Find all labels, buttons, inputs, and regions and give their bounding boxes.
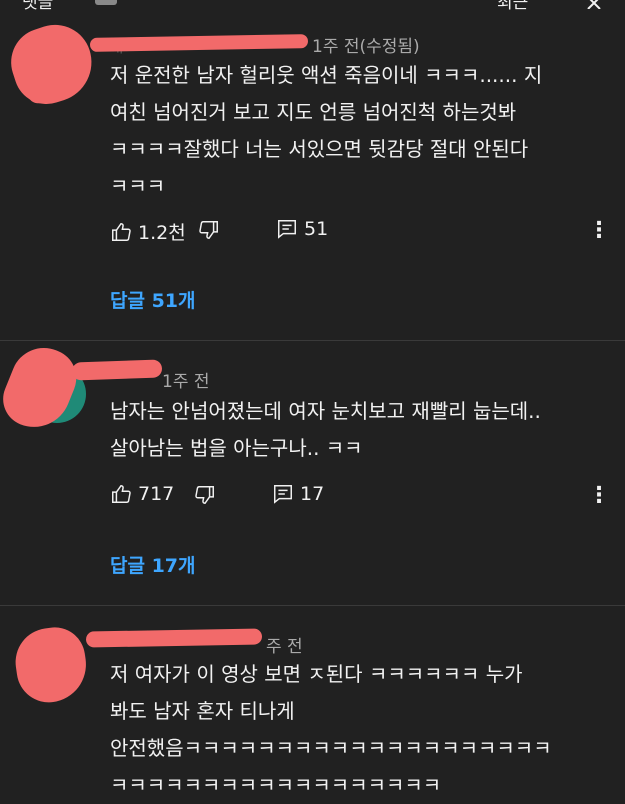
comment-icon	[272, 483, 294, 505]
comment-line: 여친 넘어진거 보고 지도 언릉 넘어진척 하는것봐	[110, 100, 517, 124]
redaction-mark	[2, 15, 102, 113]
redaction-mark	[0, 337, 86, 439]
thumbs-down-icon	[198, 219, 220, 241]
comment-line: ㅋㅋㅋㅋ잘했다 너는 서있으면 뒷감당 절대 안된다	[110, 137, 529, 161]
dislike-button[interactable]	[198, 219, 220, 241]
redaction-mark	[85, 628, 263, 648]
comment-icon	[276, 218, 298, 240]
more-vert-icon[interactable]: ⋮	[587, 483, 611, 509]
view-replies-link[interactable]: 답글 51개	[110, 286, 196, 313]
more-vert-icon[interactable]: ⋮	[587, 218, 611, 244]
like-button[interactable]: 717	[110, 483, 174, 505]
comment-actions: 717 17 ⋮	[110, 483, 625, 509]
thumbs-up-icon	[110, 221, 132, 243]
reply-count: 17	[300, 483, 325, 505]
comment-line: 남자는 안넘어졌는데 여자 눈치보고 재빨리 눕는데..	[110, 399, 541, 423]
redaction-mark	[89, 34, 309, 52]
dislike-button[interactable]	[194, 484, 216, 506]
like-count: 717	[138, 483, 175, 505]
comment-line: 살아남는 법을 아는구나.. ㅋㅋ	[110, 436, 363, 460]
comment-actions: 1.2천 51 ⋮	[110, 218, 625, 244]
like-count: 1.2천	[138, 222, 186, 244]
comment-line: ㅋㅋㅋ	[110, 174, 166, 198]
reply-button[interactable]: 17	[272, 483, 324, 505]
comment-time: 1주 전	[162, 372, 210, 392]
view-replies-link[interactable]: 답글 17개	[110, 551, 196, 578]
comment-line: 안전했음ㅋㅋㅋㅋㅋㅋㅋㅋㅋㅋㅋㅋㅋㅋㅋㅋㅋㅋㅋㅋ	[110, 736, 552, 760]
comment-text: 저 여자가 이 영상 보면 ㅈ된다 ㅋㅋㅋㅋㅋㅋ 누가 봐도 남자 혼자 티나게…	[110, 656, 552, 804]
like-button[interactable]: 1.2천	[110, 218, 186, 245]
comment-line: 봐도 남자 혼자 티나게	[110, 699, 295, 723]
comment-line: 저 여자가 이 영상 보면 ㅈ된다 ㅋㅋㅋㅋㅋㅋ 누가	[110, 662, 523, 686]
comment-2: 1주 전 남자는 안넘어졌는데 여자 눈치보고 재빨리 눕는데.. 살아남는 법…	[0, 337, 625, 605]
redaction-mark	[71, 359, 163, 381]
comment-time: 1주 전(수정됨)	[312, 37, 420, 57]
redaction-mark	[11, 623, 91, 707]
comment-text: 저 운전한 남자 헐리웃 액션 죽음이네 ㅋㅋㅋ...... 지 여친 넘어진거…	[110, 57, 542, 205]
thumbs-down-icon	[194, 484, 216, 506]
reply-count: 51	[304, 218, 329, 240]
comment-time: 주 전	[266, 637, 303, 657]
comment-3: 주 전 저 여자가 이 영상 보면 ㅈ된다 ㅋㅋㅋㅋㅋㅋ 누가 봐도 남자 혼자…	[0, 606, 625, 797]
thumbs-up-icon	[110, 483, 132, 505]
comment-1: 태 1주 전(수정됨) 저 운전한 남자 헐리웃 액션 죽음이네 ㅋㅋㅋ....…	[0, 0, 625, 340]
comment-text: 남자는 안넘어졌는데 여자 눈치보고 재빨리 눕는데.. 살아남는 법을 아는구…	[110, 393, 541, 467]
comment-line: 저 운전한 남자 헐리웃 액션 죽음이네 ㅋㅋㅋ...... 지	[110, 63, 543, 87]
reply-button[interactable]: 51	[276, 218, 328, 240]
